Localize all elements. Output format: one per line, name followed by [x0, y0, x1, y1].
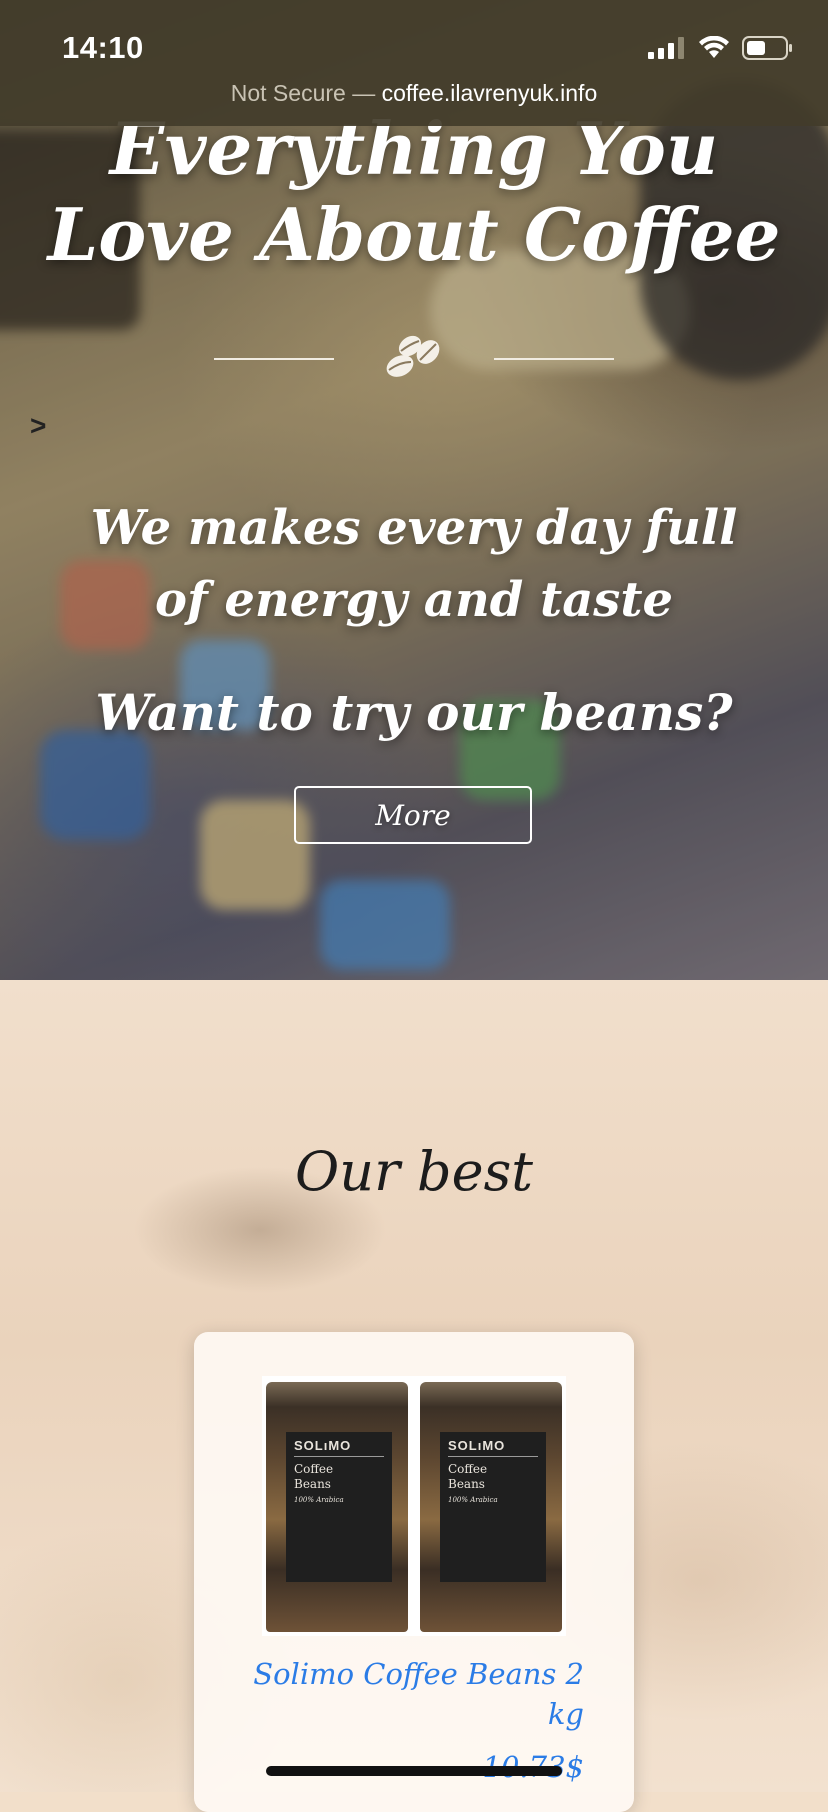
more-button[interactable]: More: [294, 786, 532, 844]
status-time: 14:10: [62, 30, 144, 65]
home-indicator[interactable]: [266, 1766, 562, 1776]
bag-name: Coffee Beans: [448, 1462, 487, 1492]
hero-divider: [0, 326, 828, 386]
bag-rule: [294, 1456, 384, 1457]
bag-label: SOLıMO Coffee Beans 100% Arabica: [440, 1432, 546, 1582]
battery-icon: [742, 36, 792, 60]
product-card[interactable]: SOLıMO Coffee Beans 100% Arabica SOLıMO …: [194, 1332, 634, 1812]
bag-label: SOLıMO Coffee Beans 100% Arabica: [286, 1432, 392, 1582]
wifi-icon: [699, 36, 729, 58]
hero-question: Want to try our beans?: [95, 683, 733, 742]
coffee-beans-icon: [386, 335, 440, 377]
bag-rule: [448, 1456, 538, 1457]
url-host: coffee.ilavrenyuk.info: [381, 80, 598, 106]
hero-subtitle: We makes every day full of energy and ta…: [90, 500, 738, 628]
bag-sub: 100% Arabica: [448, 1496, 498, 1504]
bag-name-line1: Coffee: [294, 1462, 334, 1476]
bag-name-line1: Coffee: [448, 1462, 488, 1476]
divider-line-left: [214, 358, 334, 360]
best-section: Our best SOLıMO Coffee Beans 100% Arabic…: [0, 980, 828, 1812]
hero-title: Everything You Love About Coffee: [47, 106, 781, 277]
url-bar[interactable]: Not Secure — coffee.ilavrenyuk.info: [0, 80, 828, 107]
url-security-label: Not Secure —: [230, 80, 376, 106]
divider-line-right: [494, 358, 614, 360]
bag-name-line2: Beans: [294, 1477, 331, 1491]
bag-brand: SOLıMO: [294, 1438, 352, 1453]
coffee-bag-left: SOLıMO Coffee Beans 100% Arabica: [266, 1382, 408, 1632]
bag-name: Coffee Beans: [294, 1462, 333, 1492]
coffee-bag-right: SOLıMO Coffee Beans 100% Arabica: [420, 1382, 562, 1632]
browser-top-bar: 14:10 Not Secure — coffee.ilavrenyuk.inf…: [0, 0, 828, 126]
coffee-bags-image: SOLıMO Coffee Beans 100% Arabica SOLıMO …: [262, 1376, 566, 1636]
best-title: Our best: [295, 1140, 533, 1203]
bag-name-line2: Beans: [448, 1477, 485, 1491]
bag-brand: SOLıMO: [448, 1438, 506, 1453]
product-name-link[interactable]: Solimo Coffee Beans 2 kg: [234, 1654, 584, 1734]
bag-sub: 100% Arabica: [294, 1496, 344, 1504]
menu-arrow-icon[interactable]: >: [30, 410, 46, 442]
status-icons: [648, 36, 794, 60]
signal-icon: [648, 37, 684, 59]
